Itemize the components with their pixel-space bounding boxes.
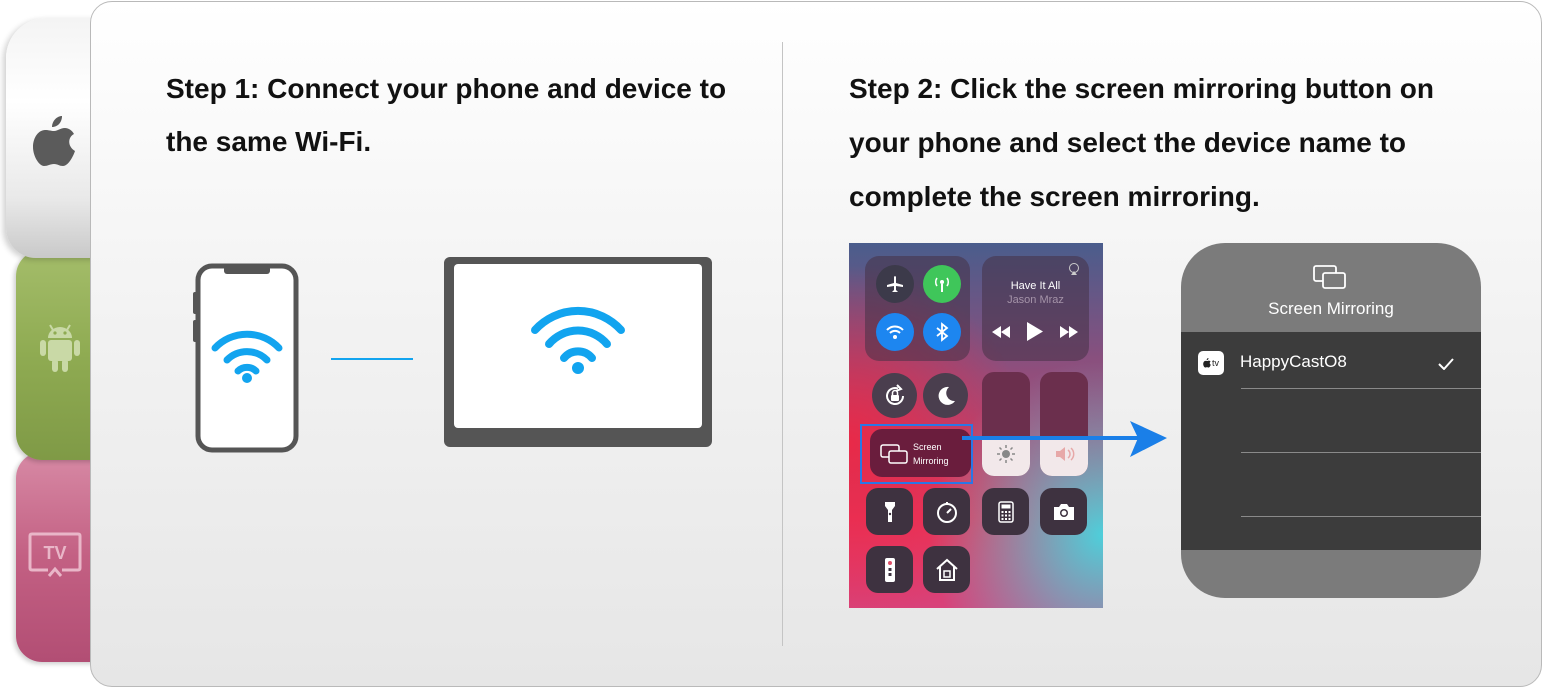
camera-button[interactable]: [1040, 488, 1087, 535]
timer-icon: [936, 501, 957, 523]
apple-icon: [1203, 358, 1211, 368]
menu-title: Screen Mirroring: [1268, 299, 1394, 318]
step1-text: Step 1: Connect your phone and device to…: [166, 73, 727, 157]
step2-text: Step 2: Click the screen mirroring butto…: [849, 73, 1434, 212]
device-row[interactable]: tv HappyCastO8: [1181, 332, 1481, 389]
now-playing-artist: Jason Mraz: [1007, 294, 1064, 306]
timer-button[interactable]: [923, 488, 970, 535]
rotation-lock-icon: [885, 383, 904, 405]
home-icon: [935, 558, 958, 581]
device-list: tv HappyCastO8: [1181, 332, 1481, 550]
screen-mirroring-highlight: [860, 424, 973, 484]
flashlight-icon: [884, 501, 895, 522]
camera-icon: [1053, 503, 1074, 520]
remote-icon: [884, 557, 895, 582]
list-separator: [1241, 516, 1481, 517]
do-not-disturb-button[interactable]: [923, 373, 968, 418]
rewind-icon[interactable]: [992, 326, 1010, 338]
android-icon: [40, 324, 80, 372]
home-button[interactable]: [923, 546, 970, 593]
flashlight-button[interactable]: [866, 488, 913, 535]
connection-line: [331, 358, 413, 360]
apple-tv-badge-label: tv: [1211, 358, 1219, 368]
device-name: HappyCastO8: [1240, 352, 1347, 371]
step-divider: [782, 42, 783, 646]
tablet-illustration: [444, 257, 712, 447]
empty-device-row: [1181, 389, 1481, 452]
airplane-icon: [887, 276, 903, 292]
bluetooth-icon: [936, 322, 949, 342]
screen-mirroring-icon: [1313, 265, 1346, 289]
direction-arrow: [962, 421, 1167, 457]
tv-icon: TV: [28, 532, 82, 577]
screen-mirroring-menu: Screen Mirroring tv HappyCastO8: [1181, 243, 1481, 598]
wifi-icon: [886, 325, 904, 339]
phone-illustration: [193, 263, 299, 453]
play-icon[interactable]: [1027, 322, 1043, 341]
calculator-icon: [997, 500, 1014, 523]
airplane-mode-button[interactable]: [876, 265, 914, 303]
apple-tv-remote-button[interactable]: [866, 546, 913, 593]
calculator-button[interactable]: [982, 488, 1029, 535]
fast-forward-icon[interactable]: [1060, 326, 1078, 338]
moon-icon: [938, 386, 955, 405]
empty-device-row: [1181, 453, 1481, 516]
checkmark-icon: [1438, 358, 1454, 370]
rotation-lock-button[interactable]: [872, 373, 917, 418]
airplay-icon: [1069, 263, 1079, 275]
now-playing-title: Have It All: [1010, 280, 1061, 292]
apple-icon: [33, 116, 75, 166]
apple-tv-badge: tv: [1198, 351, 1224, 375]
antenna-icon: [934, 277, 950, 292]
wifi-toggle-button[interactable]: [876, 313, 914, 351]
cellular-data-button[interactable]: [923, 265, 961, 303]
bluetooth-button[interactable]: [923, 313, 961, 351]
tv-icon-label: TV: [43, 543, 66, 563]
